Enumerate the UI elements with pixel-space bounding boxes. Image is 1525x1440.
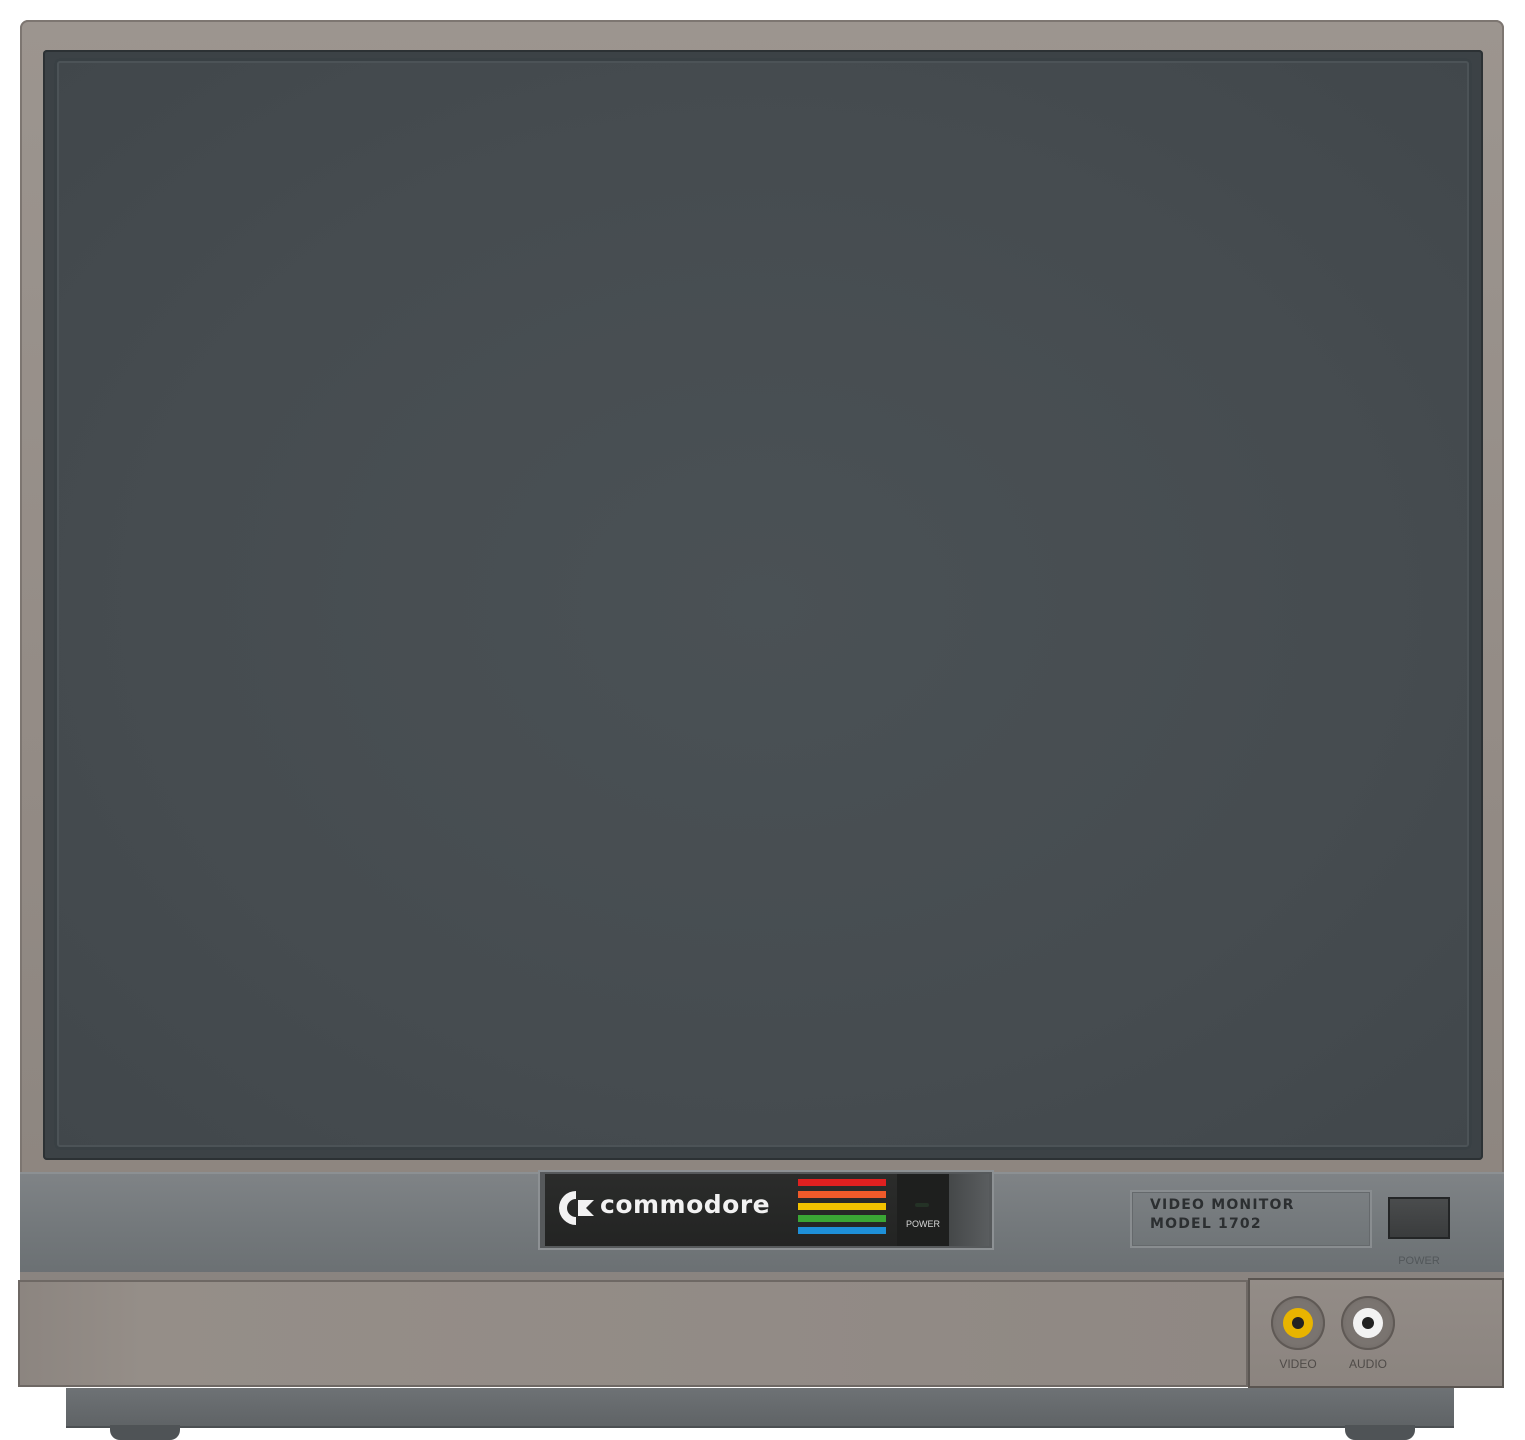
logo-stripe bbox=[798, 1203, 886, 1210]
model-plate-line1: VIDEO MONITOR bbox=[1150, 1197, 1295, 1213]
monitor-base bbox=[66, 1388, 1454, 1428]
video-jack-core bbox=[1292, 1317, 1304, 1329]
audio-jack-core bbox=[1362, 1317, 1374, 1329]
crt-screen bbox=[54, 58, 1472, 1150]
logo-stripe bbox=[798, 1227, 886, 1234]
badge-side bbox=[949, 1174, 989, 1246]
power-indicator-label: POWER bbox=[905, 1219, 940, 1229]
power-button[interactable] bbox=[1388, 1197, 1450, 1239]
logo-stripe bbox=[798, 1191, 886, 1198]
right-foot bbox=[1345, 1425, 1415, 1440]
video-jack-label: VIDEO bbox=[1279, 1357, 1317, 1371]
logo-stripe bbox=[798, 1179, 886, 1186]
logo-stripe bbox=[798, 1215, 886, 1222]
left-foot bbox=[110, 1425, 180, 1440]
power-led-icon bbox=[915, 1203, 929, 1207]
lower-panel bbox=[18, 1280, 1248, 1387]
power-indicator-panel bbox=[897, 1174, 949, 1246]
audio-jack-label: AUDIO bbox=[1348, 1357, 1387, 1371]
model-plate-line2: MODEL 1702 bbox=[1150, 1216, 1262, 1232]
commodore-logo-icon bbox=[558, 1191, 594, 1225]
power-button-label: POWER bbox=[1398, 1255, 1440, 1267]
brand-name: commodore bbox=[600, 1190, 771, 1219]
